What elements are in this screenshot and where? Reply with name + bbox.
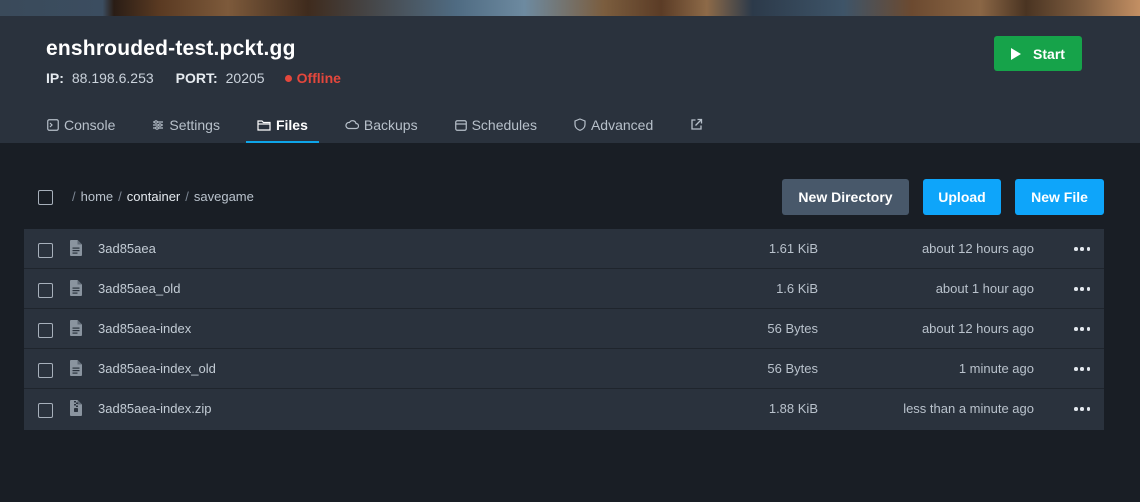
tab-console[interactable]: Console [36,106,126,143]
breadcrumb: / home / container / savegame [67,189,254,204]
file-text-icon [70,240,82,256]
row-checkbox[interactable] [38,403,53,418]
file-size: 1.61 KiB [768,241,818,256]
row-checkbox[interactable] [38,243,53,258]
port-value: 20205 [225,70,265,86]
server-name: enshrouded-test.pckt.gg [46,37,296,60]
tab-advanced[interactable]: Advanced [563,106,664,143]
server-meta: IP: 88.198.6.253 PORT: 20205 Offline [46,70,341,86]
tab-schedules[interactable]: Schedules [444,106,548,143]
file-text-icon [70,360,82,376]
tab-settings[interactable]: Settings [141,106,231,143]
start-button-label: Start [1033,45,1065,62]
file-modified: 1 minute ago [958,361,1034,376]
breadcrumb-container[interactable]: container [127,189,180,204]
file-name[interactable]: 3ad85aea-index.zip [98,401,211,416]
upload-button[interactable]: Upload [923,179,1001,215]
start-button[interactable]: Start [994,36,1082,71]
new-file-button[interactable]: New File [1015,179,1104,215]
file-modified: less than a minute ago [903,401,1034,416]
file-name[interactable]: 3ad85aea-index [98,321,191,336]
tab-label: Settings [169,116,220,133]
file-toolbar: / home / container / savegame New Direct… [24,179,1104,215]
ip-label: IP: [46,70,64,86]
more-options-icon[interactable] [1074,321,1090,337]
breadcrumb-separator: / [72,189,76,204]
new-directory-button[interactable]: New Directory [782,179,909,215]
tab-label: Console [64,116,116,133]
file-row[interactable]: 3ad85aea-index_old 56 Bytes 1 minute ago [24,349,1104,389]
file-modified: about 12 hours ago [921,321,1034,336]
file-size: 56 Bytes [767,361,818,376]
header-banner-image [0,0,1140,16]
sliders-icon [153,119,164,130]
ip-value: 88.198.6.253 [71,70,154,86]
server-tabs: Console Settings Files Backups Schedules… [36,106,734,143]
more-options-icon[interactable] [1074,281,1090,297]
tab-label: Schedules [471,116,537,133]
file-size: 56 Bytes [767,321,818,336]
file-text-icon [70,320,82,336]
file-size: 1.88 KiB [768,401,818,416]
breadcrumb-separator: / [118,189,122,204]
file-name[interactable]: 3ad85aea-index_old [98,361,216,376]
file-row[interactable]: 3ad85aea-index 56 Bytes about 12 hours a… [24,309,1104,349]
more-options-icon[interactable] [1074,401,1090,417]
status-badge: Offline [296,70,341,86]
file-text-icon [70,280,82,296]
breadcrumb-home[interactable]: home [81,189,114,204]
row-checkbox[interactable] [38,283,53,298]
select-all-checkbox[interactable] [38,190,53,205]
file-modified: about 12 hours ago [921,241,1034,256]
tab-label: Advanced [590,116,654,133]
external-link-icon [691,118,703,130]
tab-files[interactable]: Files [245,106,319,143]
folder-icon [257,119,271,131]
tab-label: Backups [363,116,418,133]
calendar-icon [454,119,467,131]
cloud-icon [345,120,359,130]
tab-label: Files [275,116,308,133]
shield-icon [574,118,586,131]
more-options-icon[interactable] [1074,361,1090,377]
tab-backups[interactable]: Backups [334,106,429,143]
play-icon [1011,47,1022,60]
port-label: PORT: [175,70,218,86]
status-dot-icon [284,74,292,82]
file-size: 1.6 KiB [776,281,818,296]
server-header: enshrouded-test.pckt.gg IP: 88.198.6.253… [0,16,1140,143]
breadcrumb-current: savegame [193,189,254,204]
file-name[interactable]: 3ad85aea_old [98,281,180,296]
file-row[interactable]: 3ad85aea 1.61 KiB about 12 hours ago [24,229,1104,269]
terminal-icon [47,118,59,131]
tab-external-link[interactable] [679,106,719,143]
file-list: 3ad85aea 1.61 KiB about 12 hours ago 3ad… [24,229,1104,430]
row-checkbox[interactable] [38,323,53,338]
breadcrumb-separator: / [185,189,189,204]
file-modified: about 1 hour ago [935,281,1034,296]
file-row[interactable]: 3ad85aea-index.zip 1.88 KiB less than a … [24,389,1104,430]
file-name[interactable]: 3ad85aea [98,241,156,256]
row-checkbox[interactable] [38,363,53,378]
file-archive-icon [70,400,82,416]
more-options-icon[interactable] [1074,241,1090,257]
file-row[interactable]: 3ad85aea_old 1.6 KiB about 1 hour ago [24,269,1104,309]
